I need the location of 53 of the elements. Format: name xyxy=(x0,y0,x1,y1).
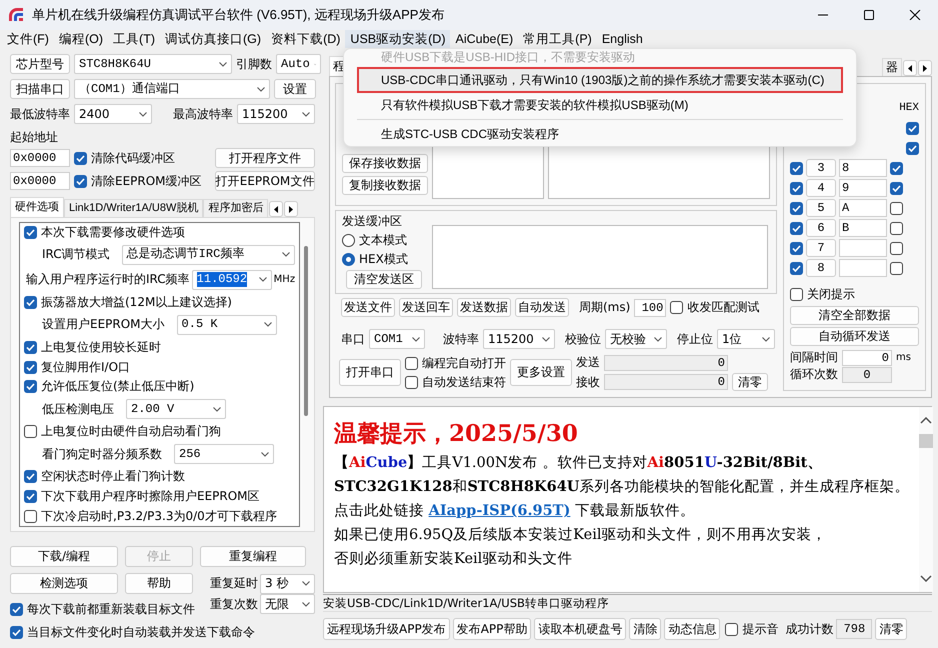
notice-text: STC32G1K128和STC8H8K64U系列各功能模块的智能化配置，并生成程序框架。 xyxy=(334,477,910,497)
notice-title: 温馨提示，2025/5/30 xyxy=(334,419,579,449)
min-baud-label: 最低波特率 xyxy=(10,106,70,122)
notice-text: 点击此处链接 AIapp-ISP(6.95T) 下载最新版软件。 xyxy=(334,501,696,521)
option-label: 看门狗定时器分频系数 xyxy=(42,446,162,462)
period-label: 周期(ms) xyxy=(579,299,630,316)
checkbox-label: 提示音 xyxy=(742,620,778,638)
hex-column-header: HEX xyxy=(899,102,919,114)
baud-label: 波特率 xyxy=(443,330,479,348)
checkbox-label: 上电复位时由硬件自动启动看门狗 xyxy=(41,424,221,440)
success-count-label: 成功计数 xyxy=(785,620,834,638)
max-baud-label: 最高波特率 xyxy=(173,106,233,122)
checkbox-label: 编程完自动打开 xyxy=(422,354,506,372)
interval-label: 间隔时间 xyxy=(790,349,838,366)
window-title: 单片机在线升级编程仿真调试平台软件 (V6.95T), 远程现场升级APP发布 xyxy=(32,6,446,24)
sent-label: 发送 xyxy=(576,354,600,371)
option-label: 设置用户EEPROM大小 xyxy=(42,317,165,332)
checkbox-label: 下次冷启动时,P3.2/P3.3为0/0才可下载程序 xyxy=(41,508,277,524)
radio-label: HEX模式 xyxy=(359,251,408,268)
checkbox-label: 本次下载需要修改硬件选项 xyxy=(41,225,185,240)
parity-label: 校验位 xyxy=(565,330,601,348)
checkbox-label: 下次下载用户程序时擦除用户EEPROM区 xyxy=(41,489,260,504)
checkbox-label: 清除EEPROM缓冲区 xyxy=(91,174,202,188)
option-label: 低压检测电压 xyxy=(42,402,114,417)
loop-count-label: 循环次数 xyxy=(790,366,838,383)
option-label: IRC调节模式 xyxy=(42,247,110,262)
notice-text: 否则必须重新安装Keil驱动和头文件 xyxy=(334,550,574,569)
port-label: 串口 xyxy=(341,330,365,348)
checkbox-label: 上电复位使用较长延时 xyxy=(41,340,161,355)
notice-text: 如果已使用6.95Q及后续版本安装过Keil驱动和头文件，则不用再次安装， xyxy=(334,526,828,545)
pins-label: 引脚数 xyxy=(236,56,272,72)
repeat-delay-label: 重复延时 xyxy=(210,576,258,591)
option-label: 输入用户程序运行时的IRC频率 xyxy=(26,272,190,288)
send-buffer-title: 发送缓冲区 xyxy=(342,213,403,230)
unit-label: MHz xyxy=(274,273,296,288)
checkbox-label: 振荡器放大增益(12M以上建议选择) xyxy=(41,294,232,310)
start-address-label: 起始地址 xyxy=(10,130,59,145)
checkbox-label: 允许低压复位(禁止低压中断) xyxy=(41,379,194,394)
checkbox-label: 收发匹配测试 xyxy=(687,299,760,316)
stop-bits-label: 停止位 xyxy=(677,330,713,348)
received-label: 接收 xyxy=(576,374,600,390)
checkbox-label: 复位脚用作I/O口 xyxy=(41,360,130,375)
checkbox-label: 自动发送结束符 xyxy=(422,374,506,390)
checkbox-label: 空闲状态时停止看门狗计数 xyxy=(41,469,185,484)
checkbox-label: 清除代码缓冲区 xyxy=(91,150,175,166)
radio-label: 文本模式 xyxy=(359,232,407,249)
notice-text: 【AiCube】工具V1.00N发布 。软件已支持对Ai8051U-32Bit/8Bit、 xyxy=(334,453,824,473)
status-text: 安装USB-CDC/Link1D/Writer1A/USB转串口驱动程序 xyxy=(323,596,609,610)
repeat-count-label: 重复次数 xyxy=(210,596,258,612)
checkbox-label: 关闭提示 xyxy=(807,286,855,303)
checkbox-label: 当目标文件变化时自动装载并发送下载命令 xyxy=(27,625,255,640)
checkbox-label: 每次下载前都重新装载目标文件 xyxy=(27,602,195,617)
ms-label: ms xyxy=(896,352,911,363)
